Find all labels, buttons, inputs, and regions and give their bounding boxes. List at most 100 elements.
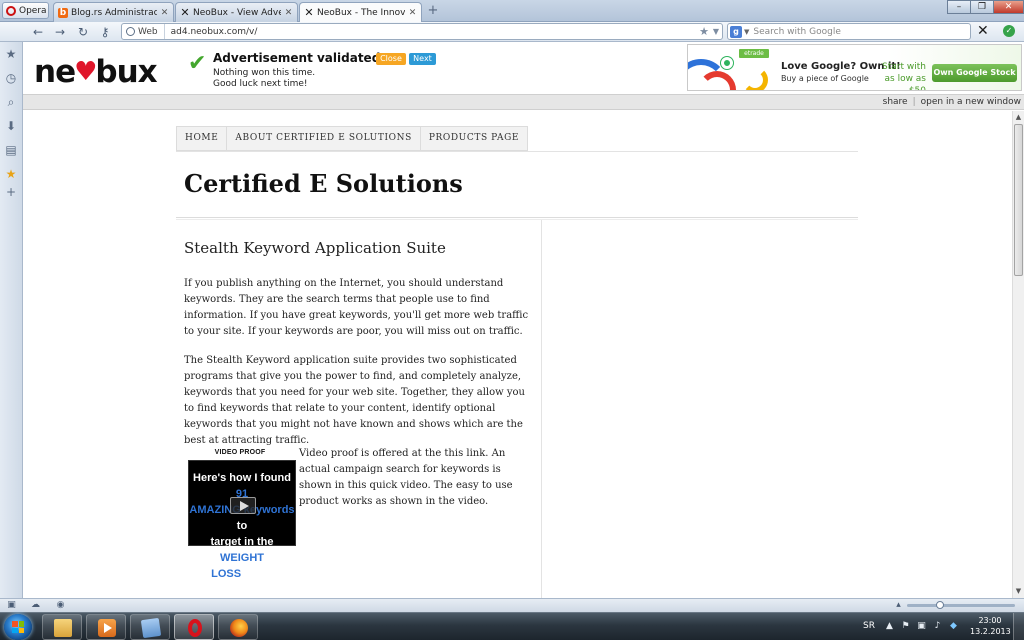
close-tab-icon[interactable]: ✕	[160, 8, 169, 18]
site-title[interactable]: Certified E Solutions	[184, 169, 463, 198]
new-tab-icon[interactable]: +	[426, 4, 440, 18]
restore-window-icon[interactable]: ❐	[970, 0, 994, 14]
reload-icon[interactable]: ↻	[75, 24, 91, 40]
panel-toggle-icon[interactable]: ▣	[6, 600, 17, 611]
neobux-ad-header: ne ♥ bux ✔ Advertisement validated! Close …	[23, 42, 1024, 94]
ad-start-text: Start with as low as $50	[874, 61, 926, 90]
video-thumb-line4-text: niche	[241, 568, 273, 580]
page-scrollbar[interactable]: ▲ ▼	[1012, 111, 1024, 598]
browser-side-panel: ★ ◷ ⌕ ⬇ ▤ ★ +	[0, 42, 23, 598]
advertised-website: HOME ABOUT CERTIFIED E SOLUTIONS PRODUCT…	[23, 111, 1012, 598]
opera-menu-label: Opera	[19, 5, 47, 16]
sticky-notes-icon	[140, 617, 162, 639]
tab-title: NeoBux - View Advertis...	[193, 7, 281, 18]
extension-check-icon[interactable]: ✓	[1003, 25, 1015, 37]
minimize-window-icon[interactable]: –	[947, 0, 971, 14]
tab-blog-rs[interactable]: b Blog.rs Administracija ✕	[53, 2, 174, 22]
scroll-up-icon[interactable]: ▲	[1013, 111, 1024, 123]
video-thumb-line4: LOSS niche	[189, 566, 295, 582]
action-center-flag-icon[interactable]: ⚑	[900, 621, 911, 632]
security-shield-icon[interactable]: ◆	[948, 621, 959, 632]
neobux-logo-text-left: ne	[34, 54, 76, 90]
close-ad-button[interactable]: Close	[376, 53, 406, 65]
scroll-down-icon[interactable]: ▼	[1013, 585, 1024, 597]
favorites-star-icon[interactable]: ★	[3, 166, 19, 182]
open-in-new-window-link[interactable]: open in a new window	[921, 97, 1021, 107]
bookmark-star-icon[interactable]: ★	[698, 25, 710, 38]
close-tab-icon[interactable]: ✕	[408, 8, 417, 18]
show-hidden-icons-icon[interactable]: ▲	[884, 621, 895, 632]
show-desktop-button[interactable]	[1013, 613, 1024, 640]
taskbar-explorer[interactable]	[42, 614, 82, 640]
address-dropdown-icon[interactable]: ▼	[710, 27, 722, 36]
header-divider	[176, 217, 858, 220]
scrollbar-thumb[interactable]	[1014, 124, 1023, 276]
video-thumbnail[interactable]: Here's how I found 91 AMAZING keywords t…	[188, 460, 296, 580]
taskbar-firefox[interactable]	[218, 614, 258, 640]
close-window-icon[interactable]: ✕	[993, 0, 1024, 14]
opera-icon	[188, 619, 202, 637]
validated-check-icon: ✔	[188, 51, 207, 76]
cloud-sync-icon[interactable]: ☁	[30, 600, 41, 611]
blog-rs-favicon-icon: b	[58, 7, 68, 18]
turbo-icon[interactable]: ◉	[55, 600, 66, 611]
back-arrow-icon[interactable]: ←	[30, 24, 46, 40]
network-icon[interactable]: ▣	[916, 621, 927, 632]
post-paragraph-2: The Stealth Keyword application suite pr…	[184, 355, 525, 446]
zoom-slider-knob[interactable]	[936, 601, 944, 609]
video-thumb-line3-text: target in the	[210, 536, 274, 548]
video-proof-label: VIDEO PROOF	[214, 449, 266, 456]
tab-neobux-innovation[interactable]: ✕ NeoBux - The Innovati... ✕	[299, 2, 422, 22]
taskbar-opera[interactable]	[174, 614, 214, 640]
zoom-slider[interactable]	[907, 601, 1015, 609]
address-url[interactable]: ad4.neobux.com/v/	[165, 27, 698, 37]
own-google-stock-button[interactable]: Own Google Stock	[932, 64, 1017, 82]
neobux-extension-icon[interactable]: ✕	[977, 23, 989, 39]
browser-status-bar: ▣ ☁ ◉ ▴	[0, 598, 1024, 612]
forward-arrow-icon[interactable]: →	[52, 24, 68, 40]
ad-graphic-green-dot	[721, 57, 733, 69]
menu-item-about[interactable]: ABOUT CERTIFIED E SOLUTIONS	[226, 126, 420, 151]
add-panel-icon[interactable]: +	[3, 184, 19, 200]
ad-graphic-yellow-arc	[742, 67, 768, 90]
zoom-out-icon[interactable]: ▴	[893, 600, 904, 611]
windows-start-button[interactable]	[4, 614, 32, 640]
share-link[interactable]: share	[883, 97, 908, 107]
key-icon[interactable]: ⚷	[97, 24, 113, 40]
neobux-logo[interactable]: ne ♥ bux	[34, 54, 158, 90]
next-ad-button[interactable]: Next	[409, 53, 436, 65]
address-bar[interactable]: Web ad4.neobux.com/v/ ★ ▼	[121, 23, 723, 40]
menu-item-home[interactable]: HOME	[176, 126, 227, 151]
play-icon[interactable]	[230, 497, 256, 514]
search-field[interactable]: g ▼ Search with Google	[727, 23, 971, 40]
video-thumb-line3: target in the WEIGHT	[189, 534, 295, 566]
etrade-banner-ad[interactable]: etrade Love Google? Own it! Buy a piece …	[687, 44, 1022, 91]
neobux-toolbar: share | open in a new window	[23, 94, 1024, 110]
search-icon[interactable]: ⌕	[3, 94, 19, 110]
google-search-engine-icon[interactable]: g	[730, 25, 742, 38]
globe-icon	[126, 27, 135, 36]
opera-menu-button[interactable]: Opera	[2, 2, 49, 19]
language-indicator[interactable]: SR	[863, 621, 875, 631]
close-tab-icon[interactable]: ✕	[284, 8, 293, 18]
menu-item-products[interactable]: PRODUCTS PAGE	[419, 126, 529, 151]
sidebar-divider	[541, 220, 542, 598]
taskbar-clock[interactable]: 23:00 13.2.2013	[970, 615, 1011, 637]
video-thumb-line1-text: Here's how I found	[193, 472, 291, 484]
video-proof-block: VIDEO PROOF Here's how I found 91 AMAZIN…	[184, 449, 296, 580]
taskbar-sticky-notes[interactable]	[130, 614, 170, 640]
browser-tab-bar: Opera b Blog.rs Administracija ✕ ✕ NeoBu…	[0, 0, 1024, 22]
clock-time: 23:00	[978, 616, 1002, 625]
chevron-down-icon[interactable]: ▼	[744, 28, 749, 36]
tab-neobux-view-ad[interactable]: ✕ NeoBux - View Advertis... ✕	[175, 2, 298, 22]
bookmarks-star-icon[interactable]: ★	[3, 46, 19, 62]
post-title: Stealth Keyword Application Suite	[184, 239, 446, 257]
address-security-zone[interactable]: Web	[122, 24, 165, 39]
history-clock-icon[interactable]: ◷	[3, 70, 19, 86]
media-player-icon	[98, 619, 116, 637]
downloads-icon[interactable]: ⬇	[3, 118, 19, 134]
volume-icon[interactable]: ♪	[932, 621, 943, 632]
notes-icon[interactable]: ▤	[3, 142, 19, 158]
taskbar-media-player[interactable]	[86, 614, 126, 640]
windows-logo-icon	[12, 621, 24, 633]
